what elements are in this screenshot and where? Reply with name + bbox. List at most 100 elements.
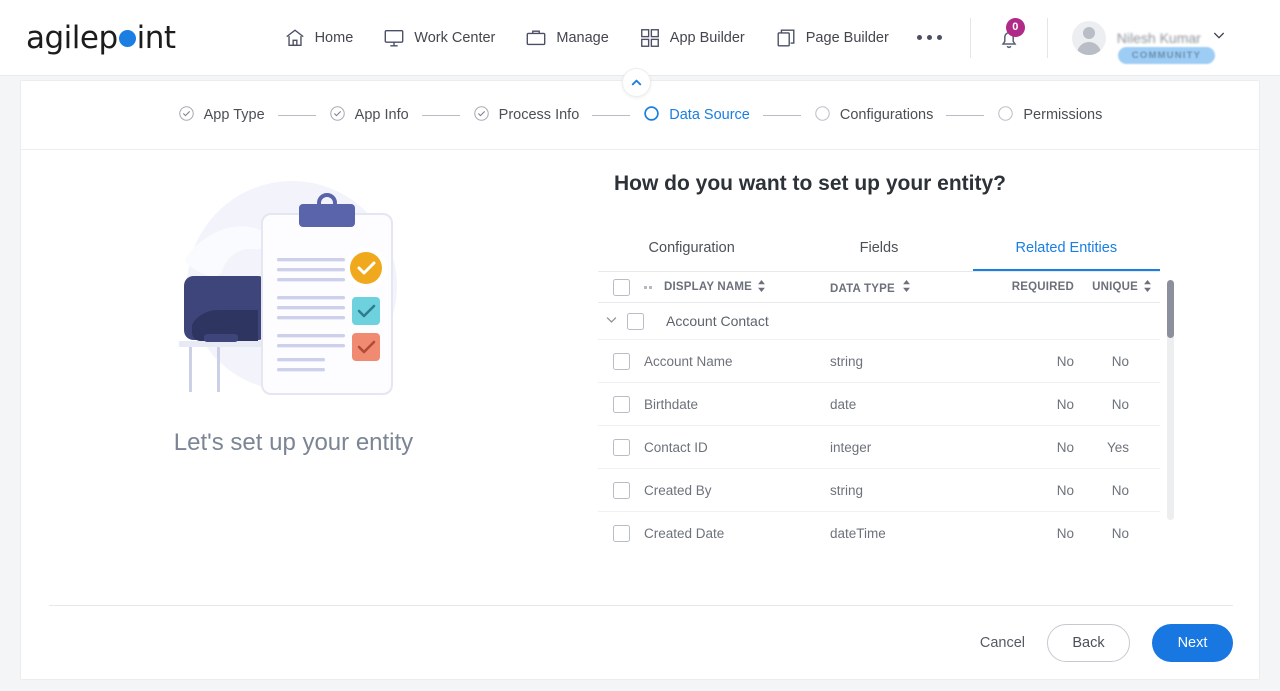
agilepoint-logo[interactable]: agilep int: [26, 20, 176, 56]
cell-display-name: Birthdate: [644, 396, 699, 412]
more-menu-icon[interactable]: [916, 35, 942, 40]
sort-icon[interactable]: [1143, 279, 1152, 295]
row-checkbox-cell: [598, 481, 644, 499]
row-checkbox-cell: [598, 524, 644, 542]
nav-item-work-center[interactable]: Work Center: [383, 27, 495, 49]
step-label-app-type: App Type: [203, 107, 265, 123]
cell-unique: No: [1111, 353, 1129, 369]
step-done-icon: [473, 105, 490, 126]
nav-divider-1: [969, 17, 971, 58]
cell-unique: No: [1111, 482, 1129, 498]
table-scrollbar-thumb[interactable]: [1167, 280, 1174, 338]
step-permissions[interactable]: Permissions: [997, 105, 1102, 126]
chevron-down-icon: [1211, 27, 1227, 48]
logo-text-part2: int: [136, 19, 176, 56]
group-checkbox[interactable]: [627, 312, 644, 330]
column-label-unique: UNIQUE: [1092, 281, 1138, 293]
cell-required: No: [1056, 482, 1074, 498]
cell-unique: No: [1111, 396, 1129, 412]
select-all-checkbox[interactable]: [612, 278, 630, 296]
column-label-display-name: DISPLAY NAME: [664, 281, 753, 293]
column-data-type[interactable]: DATA TYPE: [830, 279, 980, 295]
nav-item-manage[interactable]: Manage: [525, 27, 609, 49]
row-checkbox-cell: [598, 352, 644, 370]
drag-handle-icon: [644, 285, 652, 289]
collapse-header-button[interactable]: [622, 68, 651, 97]
column-label-data-type: DATA TYPE: [830, 282, 895, 295]
notifications-button[interactable]: 0: [997, 17, 1025, 49]
wizard-footer: Cancel Back Next: [21, 606, 1261, 679]
row-checkbox[interactable]: [612, 352, 630, 370]
back-button[interactable]: Back: [1047, 623, 1130, 662]
step-done-icon: [178, 105, 195, 126]
table-row[interactable]: Birthdate date No No: [598, 383, 1160, 426]
right-config-pane: How do you want to set up your entity? C…: [566, 150, 1259, 610]
step-data-source[interactable]: Data Source: [643, 105, 750, 126]
home-icon: [284, 27, 306, 49]
left-illustration-pane: Let's set up your entity: [21, 150, 566, 610]
monitor-icon: [383, 27, 405, 49]
sort-icon[interactable]: [898, 279, 911, 295]
grid-icon: [639, 27, 661, 49]
row-checkbox[interactable]: [612, 395, 630, 413]
cell-data-type: string: [830, 353, 864, 369]
table-scrollbar[interactable]: [1167, 280, 1174, 520]
step-connector-5: [946, 114, 985, 116]
cell-data-type: date: [830, 396, 857, 412]
step-connector-2: [421, 114, 460, 116]
row-checkbox[interactable]: [612, 481, 630, 499]
column-required: REQUIRED: [1011, 281, 1074, 293]
pages-icon: [775, 27, 797, 49]
cell-required: No: [1056, 439, 1074, 455]
logo-text-part1: agilep: [26, 19, 118, 56]
cell-unique: Yes: [1106, 439, 1129, 455]
column-unique[interactable]: UNIQUE: [1074, 279, 1152, 295]
table-header-row: DISPLAY NAME DATA TYPE REQUIRED UNIQUE: [598, 272, 1160, 303]
entity-tabs: Configuration Fields Related Entities: [598, 240, 1160, 272]
nav-label-home: Home: [314, 29, 354, 46]
step-done-icon: [329, 105, 346, 126]
table-row[interactable]: Contact ID integer No Yes: [598, 426, 1160, 469]
cell-required: No: [1056, 396, 1074, 412]
step-connector-3: [592, 114, 631, 116]
nav-item-app-builder[interactable]: App Builder: [639, 27, 745, 49]
cancel-button[interactable]: Cancel: [980, 635, 1025, 651]
column-display-name[interactable]: DISPLAY NAME: [644, 279, 830, 295]
cell-display-name: Created Date: [644, 525, 725, 541]
step-label-app-info: App Info: [354, 107, 409, 123]
sort-icon[interactable]: [757, 279, 766, 295]
table-row[interactable]: Created Date dateTime No No: [598, 512, 1160, 553]
cell-required: No: [1056, 525, 1074, 541]
step-app-type[interactable]: App Type: [178, 105, 265, 126]
tab-fields[interactable]: Fields: [785, 240, 972, 271]
nav-item-home[interactable]: Home: [284, 27, 354, 49]
chevron-down-icon[interactable]: [604, 312, 619, 330]
nav-item-page-builder[interactable]: Page Builder: [775, 27, 889, 49]
nav-divider-2: [1046, 17, 1048, 58]
next-button[interactable]: Next: [1152, 623, 1233, 662]
nav-label-work-center: Work Center: [414, 29, 496, 46]
step-pending-icon: [814, 105, 831, 126]
cell-data-type: integer: [830, 439, 872, 455]
user-plan-badge: COMMUNITY: [1117, 46, 1216, 64]
step-label-process-info: Process Info: [498, 107, 580, 123]
step-process-info[interactable]: Process Info: [473, 105, 580, 126]
row-checkbox[interactable]: [612, 438, 630, 456]
row-checkbox[interactable]: [612, 524, 630, 542]
select-all-checkbox-cell: [598, 278, 644, 296]
cell-data-type: string: [830, 482, 864, 498]
table-row[interactable]: Account Name string No No: [598, 340, 1160, 383]
table-row[interactable]: Created By string No No: [598, 469, 1160, 512]
user-menu[interactable]: Nilesh Kumar COMMUNITY: [1071, 20, 1227, 64]
cell-display-name: Account Name: [644, 353, 733, 369]
tab-configuration[interactable]: Configuration: [598, 240, 785, 271]
nav-label-manage: Manage: [556, 29, 609, 46]
step-app-info[interactable]: App Info: [329, 105, 409, 126]
tab-related-entities[interactable]: Related Entities: [972, 240, 1160, 271]
cell-unique: No: [1111, 525, 1129, 541]
row-checkbox-cell: [598, 438, 644, 456]
table-group-row[interactable]: Account Contact: [598, 303, 1160, 340]
wizard-card: App Type App Info Process Info Data Sour…: [20, 68, 1261, 680]
avatar: [1071, 20, 1106, 55]
step-configurations[interactable]: Configurations: [814, 105, 933, 126]
